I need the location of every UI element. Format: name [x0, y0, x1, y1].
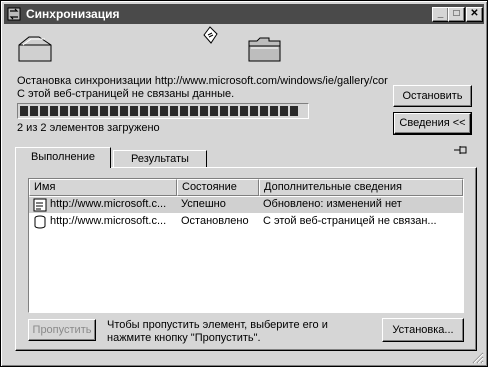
hint-line-1: Чтобы пропустить элемент, выберите его и [107, 319, 328, 331]
progress-segment [240, 106, 248, 116]
hint-line-2: нажмите кнопку "Пропустить". [107, 332, 261, 344]
progress-segment [40, 106, 48, 116]
progress-segment [230, 106, 238, 116]
progress-segment [170, 106, 178, 116]
close-button[interactable]: ✕ [466, 7, 483, 22]
progress-segment [210, 106, 218, 116]
minimize-button[interactable]: _ [432, 7, 449, 22]
close-icon: ✕ [470, 8, 479, 19]
progress-segment [140, 106, 148, 116]
window-title: Синхронизация [26, 7, 120, 21]
title-bar[interactable]: Синхронизация _ □ ✕ [4, 4, 484, 24]
row-name: http://www.microsoft.c... [50, 198, 167, 210]
column-header-info[interactable]: Дополнительные сведения [259, 179, 463, 196]
column-header-state[interactable]: Состояние [177, 179, 259, 196]
pin-icon[interactable] [453, 144, 469, 156]
progress-text: 2 из 2 элементов загружено [17, 122, 160, 134]
row-state: Успешно [181, 198, 226, 210]
maximize-button[interactable]: □ [448, 7, 465, 22]
row-info: С этой веб-страницей не связан... [263, 215, 437, 227]
maximize-icon: □ [453, 8, 460, 19]
progress-segment [30, 106, 38, 116]
progress-segment [190, 106, 198, 116]
progress-segment [200, 106, 208, 116]
table-row[interactable]: http://www.microsoft.c... Остановлено С … [29, 214, 463, 230]
details-button[interactable]: Сведения << [393, 112, 472, 135]
progress-segment [70, 106, 78, 116]
status-line-1: Остановка синхронизации http://www.micro… [17, 75, 388, 87]
page-sync-icon [33, 198, 47, 212]
progress-segment [90, 106, 98, 116]
column-header-name[interactable]: Имя [29, 179, 177, 196]
sync-title-icon [7, 7, 21, 21]
settings-button[interactable]: Установка... [382, 318, 464, 342]
tab-results[interactable]: Результаты [113, 150, 207, 167]
row-info: Обновлено: изменений нет [263, 198, 402, 210]
progress-segment [250, 106, 258, 116]
progress-segment [180, 106, 188, 116]
progress-segment [120, 106, 128, 116]
progress-segment [220, 106, 228, 116]
progress-segment [260, 106, 268, 116]
row-state: Остановлено [181, 215, 249, 227]
progress-segment [100, 106, 108, 116]
tab-progress[interactable]: Выполнение [15, 147, 111, 168]
progress-segment [270, 106, 278, 116]
progress-segment [160, 106, 168, 116]
cylinder-icon [34, 215, 46, 229]
progress-segment [20, 106, 28, 116]
progress-segment [110, 106, 118, 116]
flying-page-icon [203, 26, 218, 44]
progress-segment [280, 106, 288, 116]
progress-segment [80, 106, 88, 116]
progress-segment [60, 106, 68, 116]
resize-grip-icon[interactable] [471, 351, 484, 364]
progress-segment [290, 106, 298, 116]
progress-segment [50, 106, 58, 116]
row-name: http://www.microsoft.c... [50, 215, 167, 227]
sync-window: Синхронизация _ □ ✕ Остановка синхрониза… [0, 0, 488, 367]
minimize-icon: _ [437, 8, 444, 19]
progress-bar [17, 103, 309, 119]
progress-segment [130, 106, 138, 116]
status-line-2: С этой веб-страницей не связаны данные. [17, 88, 235, 100]
progress-segment [150, 106, 158, 116]
folder-dest-icon [248, 37, 281, 62]
skip-button[interactable]: Пропустить [28, 319, 96, 341]
stop-button[interactable]: Остановить [393, 85, 472, 107]
items-list[interactable]: Имя Состояние Дополнительные сведения ht… [28, 178, 464, 313]
table-row[interactable]: http://www.microsoft.c... Успешно Обновл… [29, 197, 463, 213]
folder-source-icon [18, 36, 52, 62]
